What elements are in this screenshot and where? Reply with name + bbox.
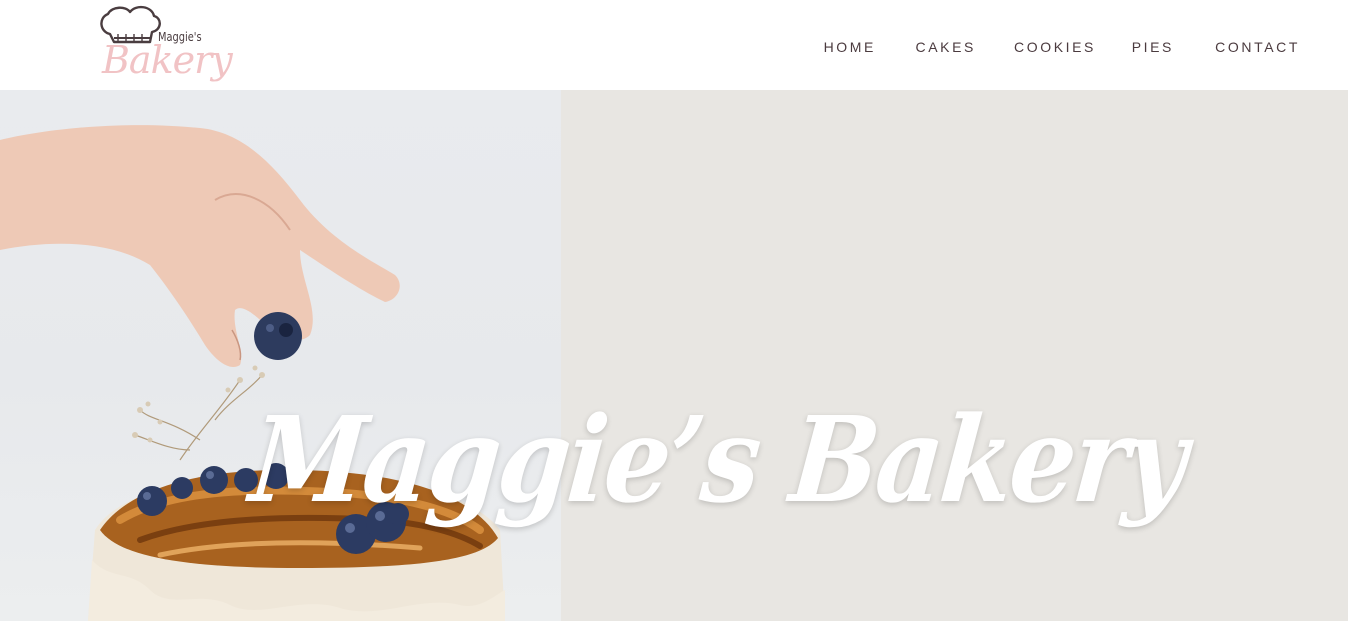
nav-contact[interactable]: CONTACT <box>1215 37 1300 57</box>
nav-cakes[interactable]: CAKES <box>916 37 976 57</box>
bakery-logo[interactable]: Maggie's Bakery <box>96 4 233 86</box>
nav-home[interactable]: HOME <box>824 37 876 57</box>
cake-blueberry-illustration <box>0 125 505 621</box>
hero-photo <box>0 90 561 621</box>
nav-cookies[interactable]: COOKIES <box>1014 37 1096 57</box>
site-header: Maggie's Bakery HOME CAKES COOKIES PIES … <box>0 0 1348 90</box>
logo-script-text: Bakery <box>102 38 233 82</box>
hero-title: Maggie’s Bakery <box>245 390 1191 529</box>
nav-pies[interactable]: PIES <box>1132 37 1174 57</box>
hero-banner: Maggie’s Bakery <box>0 90 1348 621</box>
